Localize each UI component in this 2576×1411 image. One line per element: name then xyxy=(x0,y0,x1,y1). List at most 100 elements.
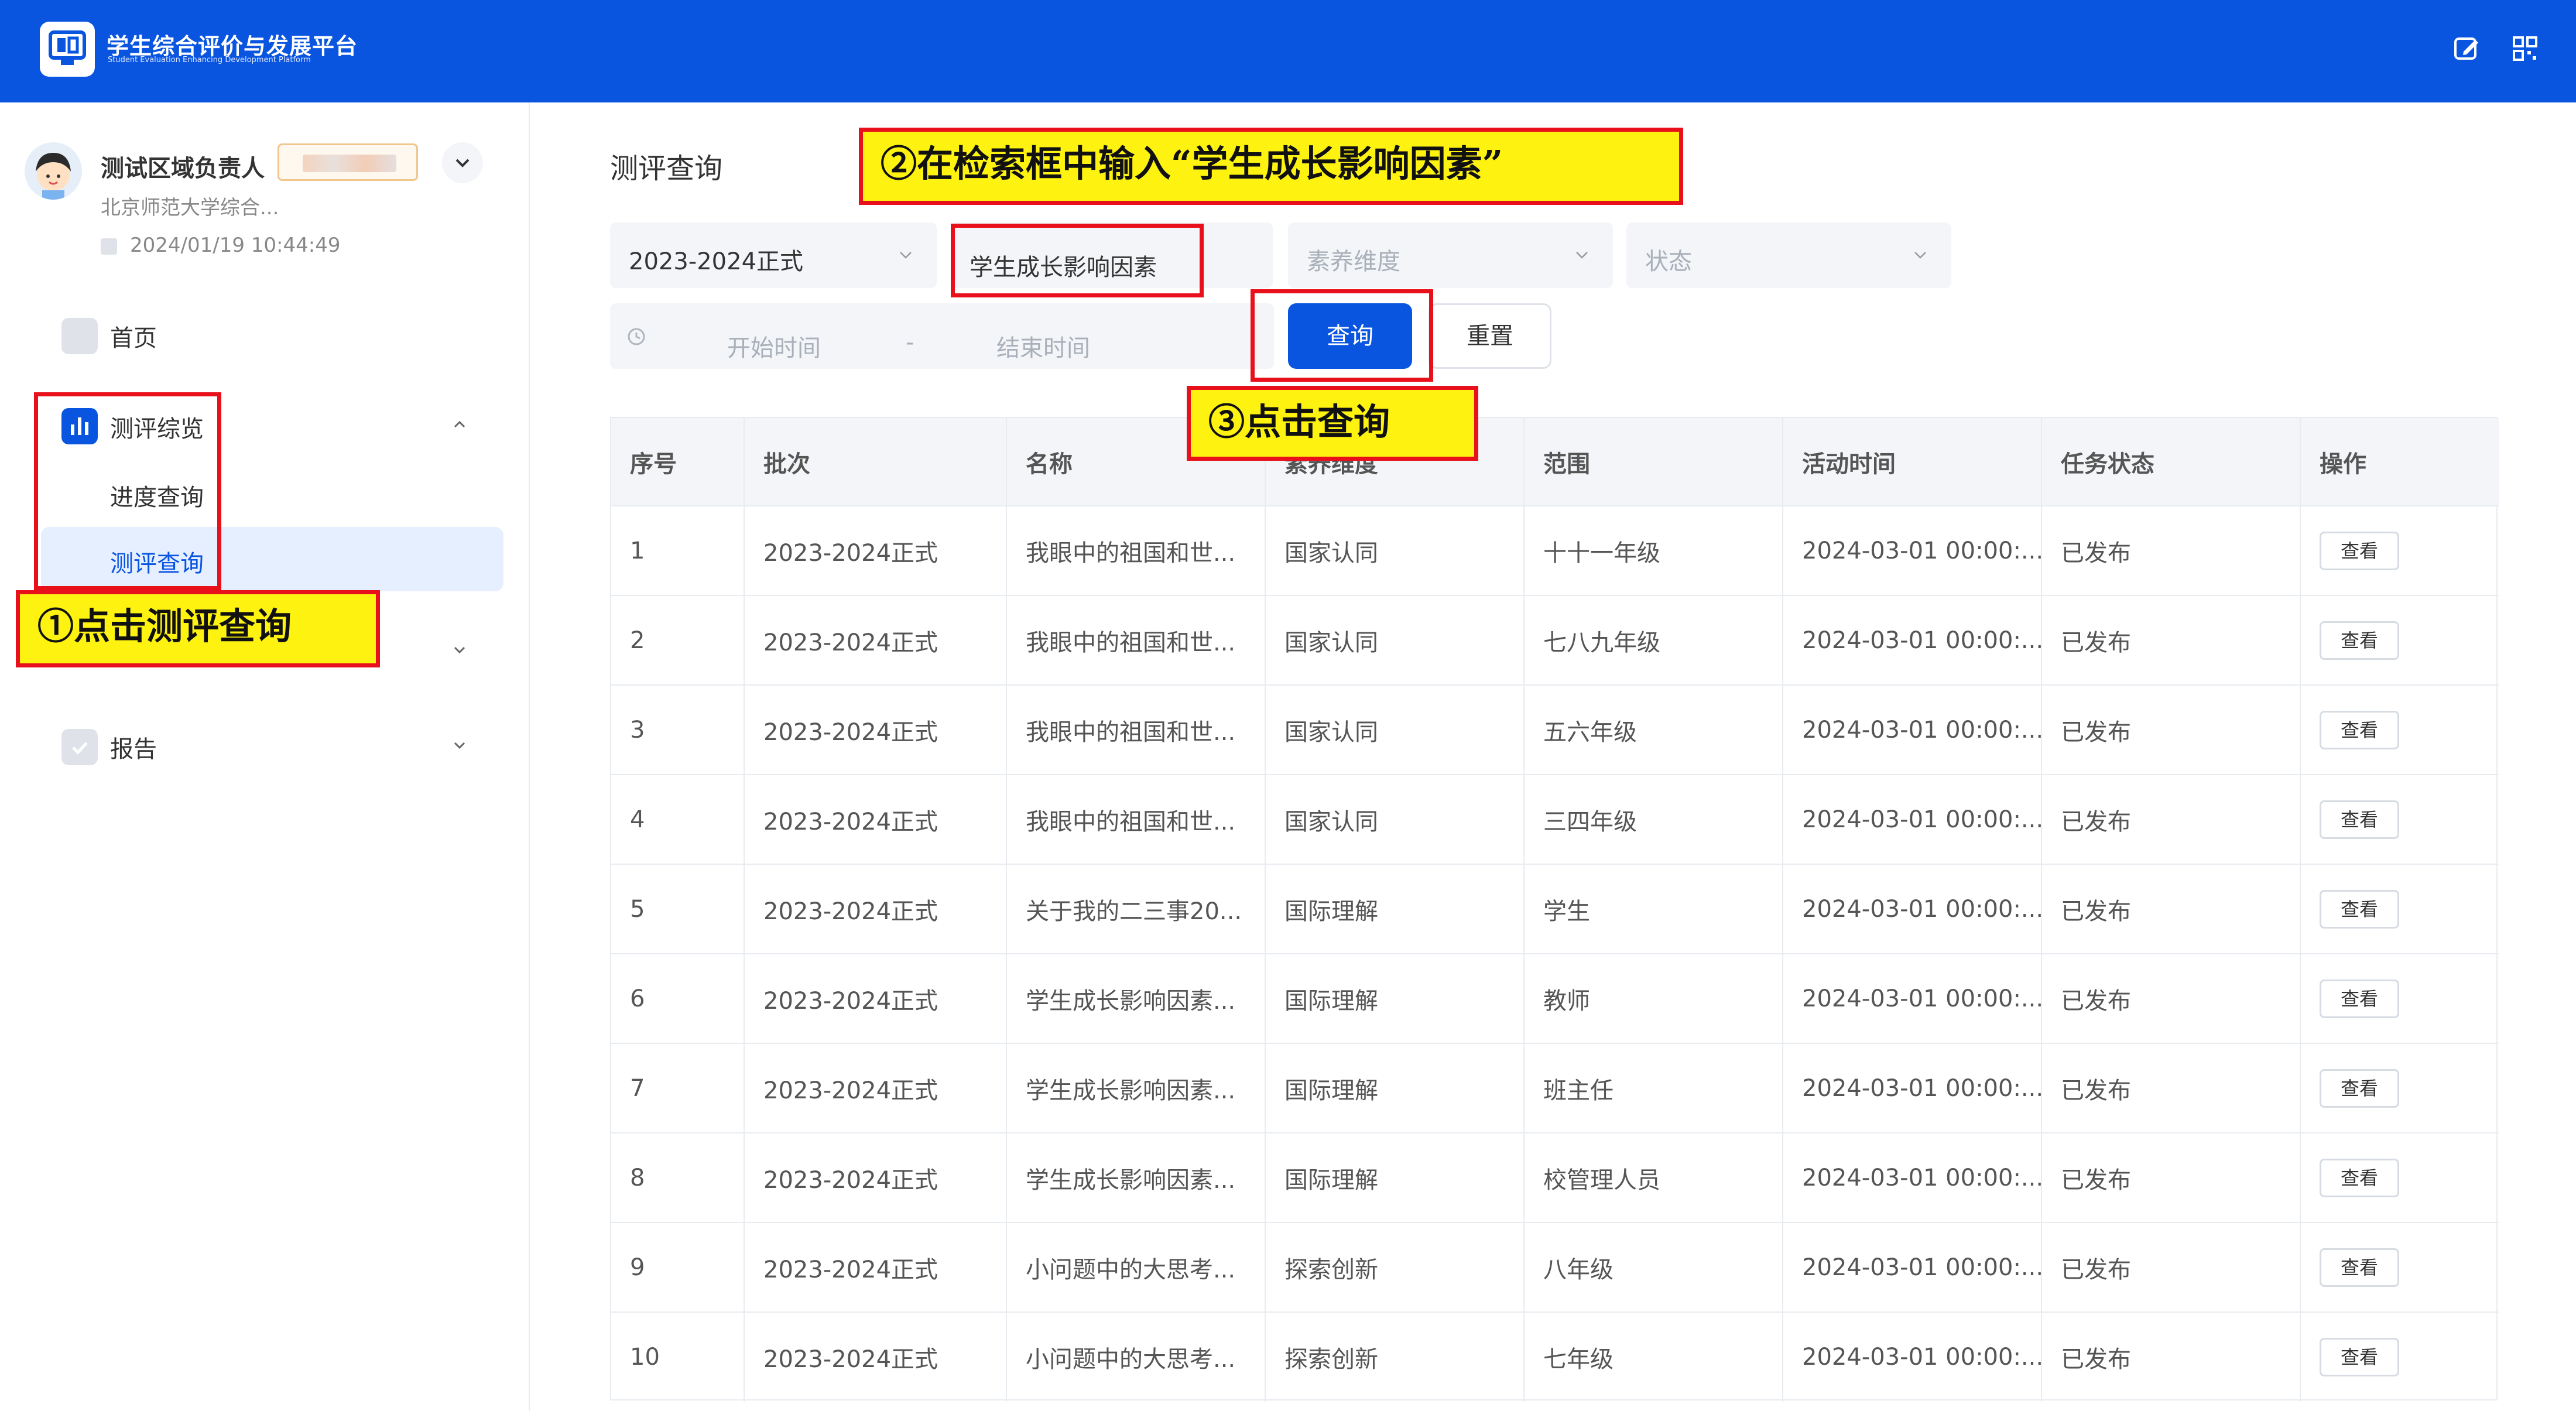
sidebar-item-report[interactable]: 报告 xyxy=(110,730,157,764)
cell-name: 学生成长影响因素... xyxy=(1006,953,1266,1043)
cell-index: 5 xyxy=(611,864,745,954)
login-time: 2024/01/19 10:44:49 xyxy=(130,234,341,257)
cell-dimension: 国际理解 xyxy=(1265,864,1525,954)
cell-name: 学生成长影响因素... xyxy=(1006,1043,1266,1133)
cell-index: 8 xyxy=(611,1132,745,1222)
cell-activity-time: 2024-03-01 00:00:... xyxy=(1783,1222,2042,1312)
cell-action: 查看 xyxy=(2300,595,2499,685)
evaluation-table: 序号 批次 名称 素养维度 范围 活动时间 任务状态 操作 1 2023-2024… xyxy=(610,417,2499,1402)
cell-batch: 2023-2024正式 xyxy=(744,595,1007,685)
cell-scope: 五六年级 xyxy=(1524,684,1783,775)
chevron-down-icon xyxy=(1576,252,1588,259)
cell-index: 1 xyxy=(611,505,745,595)
qrcode-icon[interactable] xyxy=(2510,34,2540,63)
table-row: 6 2023-2024正式 学生成长影响因素... 国际理解 教师 2024-03-01 … xyxy=(611,953,2499,1043)
view-button[interactable]: 查看 xyxy=(2320,1338,2399,1376)
edit-icon[interactable] xyxy=(2452,34,2481,63)
view-button[interactable]: 查看 xyxy=(2320,889,2399,929)
chevron-down-icon xyxy=(1914,252,1926,259)
cell-action: 查看 xyxy=(2300,953,2499,1043)
clipboard-check-icon xyxy=(61,729,98,765)
user-org: 北京师范大学综合... xyxy=(101,196,279,220)
view-button[interactable]: 查看 xyxy=(2320,710,2399,749)
cell-name: 关于我的二三事20... xyxy=(1006,864,1266,954)
cell-name: 学生成长影响因素... xyxy=(1006,1132,1266,1222)
cell-activity-time: 2024-03-01 00:00:... xyxy=(1783,1132,2042,1222)
cell-action: 查看 xyxy=(2300,1043,2499,1133)
table-row: 1 2023-2024正式 我眼中的祖国和世... 国家认同 十十一年级 2024-03-… xyxy=(611,505,2499,595)
cell-scope: 三四年级 xyxy=(1524,774,1783,864)
cell-batch: 2023-2024正式 xyxy=(744,684,1007,775)
batch-select[interactable]: 2023-2024正式 xyxy=(610,222,937,288)
home-icon xyxy=(61,318,98,354)
cell-activity-time: 2024-03-01 00:00:... xyxy=(1783,595,2042,685)
view-button[interactable]: 查看 xyxy=(2320,621,2399,660)
user-name: 测试区域负责人 xyxy=(101,155,265,182)
cell-batch: 2023-2024正式 xyxy=(744,953,1007,1043)
cell-dimension: 国际理解 xyxy=(1265,953,1525,1043)
view-button[interactable]: 查看 xyxy=(2320,1248,2399,1287)
cell-action: 查看 xyxy=(2300,1222,2499,1312)
cell-activity-time: 2024-03-01 00:00:... xyxy=(1783,1311,2042,1402)
app-subtitle: Student Evaluation Enhancing Development… xyxy=(108,56,311,64)
logo-mark-icon xyxy=(49,30,86,65)
cell-index: 10 xyxy=(611,1311,745,1402)
table-row: 2 2023-2024正式 我眼中的祖国和世... 国家认同 七八九年级 2024-03-… xyxy=(611,595,2499,685)
annotation-highlight-sidebar xyxy=(34,392,221,590)
chevron-down-icon[interactable] xyxy=(451,641,468,659)
cell-dimension: 国际理解 xyxy=(1265,1043,1525,1133)
cell-activity-time: 2024-03-01 00:00:... xyxy=(1783,1043,2042,1133)
status-select-placeholder: 状态 xyxy=(1645,248,1692,275)
cell-activity-time: 2024-03-01 00:00:... xyxy=(1783,505,2042,595)
view-button[interactable]: 查看 xyxy=(2320,1068,2399,1108)
cell-scope: 八年级 xyxy=(1524,1222,1783,1312)
cell-action: 查看 xyxy=(2300,505,2499,595)
cell-scope: 学生 xyxy=(1524,864,1783,954)
user-avatar[interactable] xyxy=(25,142,82,200)
cell-index: 3 xyxy=(611,684,745,775)
end-time-placeholder[interactable]: 结束时间 xyxy=(996,329,1090,363)
cell-task-status: 已发布 xyxy=(2041,684,2301,775)
cell-action: 查看 xyxy=(2300,1311,2499,1402)
cell-batch: 2023-2024正式 xyxy=(744,1132,1007,1222)
batch-select-value: 2023-2024正式 xyxy=(629,248,804,275)
cell-action: 查看 xyxy=(2300,1132,2499,1222)
cell-name: 我眼中的祖国和世... xyxy=(1006,774,1266,864)
cell-scope: 班主任 xyxy=(1524,1043,1783,1133)
page-title: 测评查询 xyxy=(610,152,723,185)
cell-index: 2 xyxy=(611,595,745,685)
view-button[interactable]: 查看 xyxy=(2320,1158,2399,1197)
cell-task-status: 已发布 xyxy=(2041,774,2301,864)
view-button[interactable]: 查看 xyxy=(2320,800,2399,839)
cell-scope: 七八九年级 xyxy=(1524,595,1783,685)
column-header-batch: 批次 xyxy=(744,418,1007,506)
view-button[interactable]: 查看 xyxy=(2320,979,2399,1018)
chevron-down-icon xyxy=(900,252,912,259)
cell-action: 查看 xyxy=(2300,774,2499,864)
cell-name: 我眼中的祖国和世... xyxy=(1006,505,1266,595)
view-button[interactable]: 查看 xyxy=(2320,531,2399,570)
cell-dimension: 探索创新 xyxy=(1265,1311,1525,1402)
cell-action: 查看 xyxy=(2300,864,2499,954)
dimension-select[interactable]: 素养维度 xyxy=(1288,222,1613,288)
cell-task-status: 已发布 xyxy=(2041,505,2301,595)
avatar-icon xyxy=(36,153,71,200)
status-select[interactable]: 状态 xyxy=(1626,222,1951,288)
cell-scope: 七年级 xyxy=(1524,1311,1783,1402)
table-header-row: 序号 批次 名称 素养维度 范围 活动时间 任务状态 操作 xyxy=(611,418,2499,506)
date-range-separator: - xyxy=(906,329,914,356)
start-time-placeholder[interactable]: 开始时间 xyxy=(727,329,821,363)
date-range-picker[interactable]: 开始时间 - 结束时间 xyxy=(610,303,1274,369)
annotation-highlight-query xyxy=(1251,289,1433,382)
table-row: 3 2023-2024正式 我眼中的祖国和世... 国家认同 五六年级 2024-03-0… xyxy=(611,684,2499,775)
cell-task-status: 已发布 xyxy=(2041,1043,2301,1133)
user-menu-toggle[interactable] xyxy=(442,142,483,183)
column-header-scope: 范围 xyxy=(1524,418,1783,506)
reset-button[interactable]: 重置 xyxy=(1429,303,1551,369)
chevron-up-icon[interactable] xyxy=(451,416,468,433)
sidebar-item-home[interactable]: 首页 xyxy=(110,319,157,353)
cell-batch: 2023-2024正式 xyxy=(744,1043,1007,1133)
chevron-down-icon[interactable] xyxy=(451,737,468,754)
cell-index: 9 xyxy=(611,1222,745,1312)
cell-dimension: 国际理解 xyxy=(1265,1132,1525,1222)
